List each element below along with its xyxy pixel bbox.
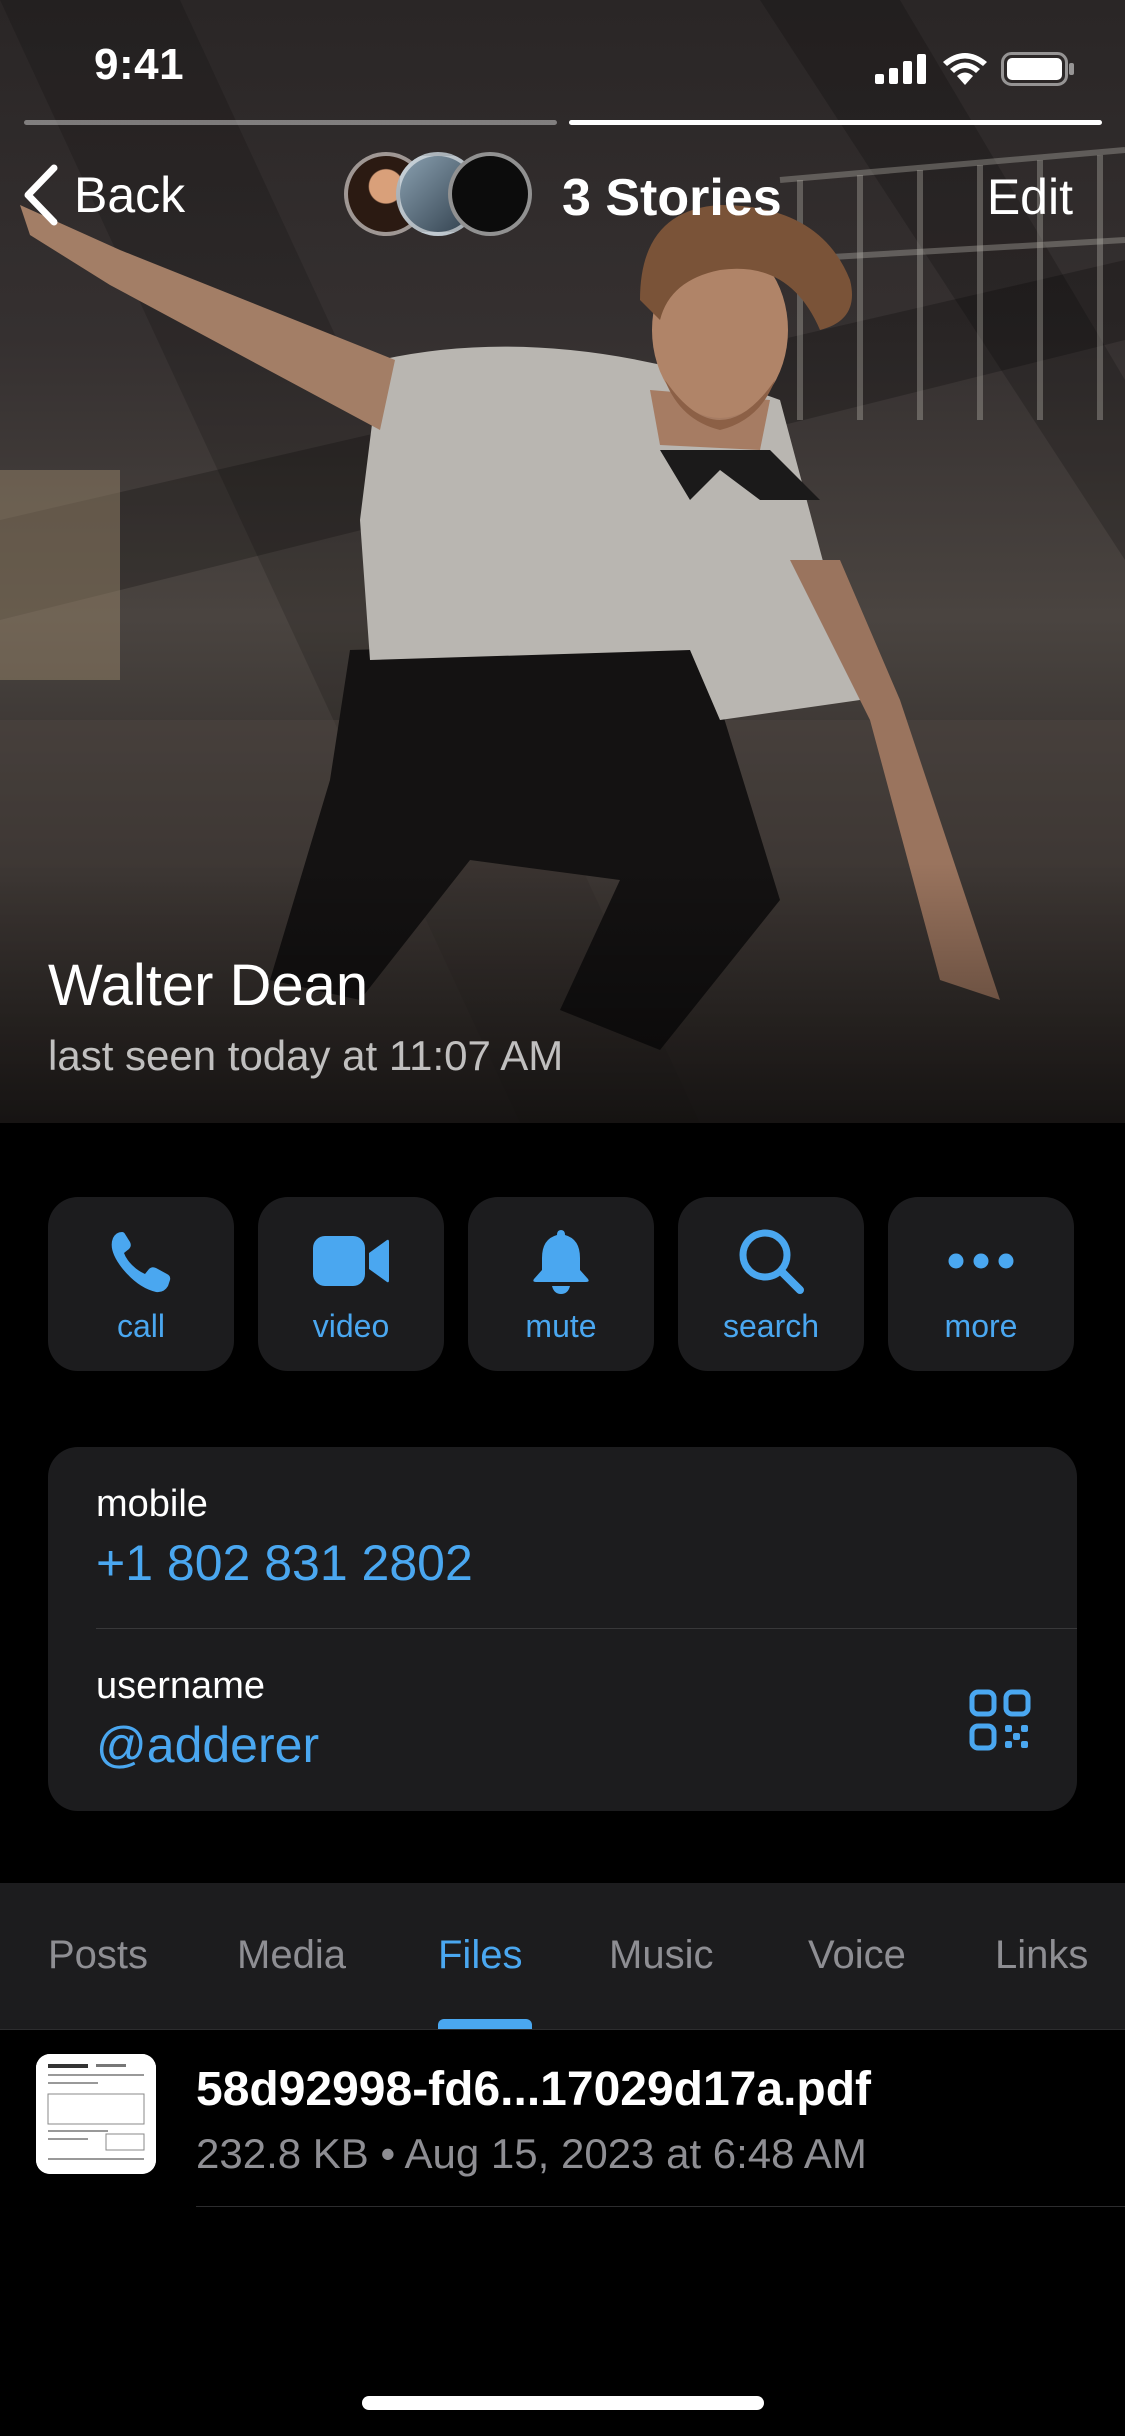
document-preview-icon [36,2054,156,2174]
file-name: 58d92998-fd6...17029d17a.pdf [196,2063,872,2116]
battery-icon [1001,52,1074,86]
stories-avatars[interactable] [344,152,532,236]
tab-music[interactable]: Music [609,1933,713,1978]
stories-count-label[interactable]: 3 Stories [562,168,782,228]
mute-label: mute [525,1308,597,1344]
call-label: call [116,1308,165,1344]
story-progress-segment-active [569,120,1102,125]
call-button[interactable]: call [48,1197,234,1371]
video-label: video [312,1308,390,1344]
more-label: more [944,1308,1018,1344]
username-row[interactable]: username @adderer [96,1665,1077,1774]
search-label: search [722,1308,820,1344]
file-list-item[interactable]: 58d92998-fd6...17029d17a.pdf 232.8 KB • … [0,2030,1125,2208]
tab-files[interactable]: Files [438,1933,522,1978]
mobile-value[interactable]: +1 802 831 2802 [96,1534,1077,1592]
search-icon [739,1229,804,1294]
username-value[interactable]: @adderer [96,1716,1077,1774]
edit-button[interactable]: Edit [987,168,1073,226]
file-divider [196,2206,1125,2207]
mobile-row[interactable]: mobile +1 802 831 2802 [96,1483,1077,1592]
more-button[interactable]: more [888,1197,1074,1371]
active-tab-indicator [438,2019,532,2029]
action-buttons: call video mute search more [48,1197,1077,1371]
username-label: username [96,1665,265,1707]
mute-button[interactable]: mute [468,1197,654,1371]
tab-voice[interactable]: Voice [808,1933,906,1978]
profile-name: Walter Dean [48,953,369,1018]
back-button[interactable]: Back [22,164,185,226]
qr-code-icon[interactable] [969,1689,1031,1751]
home-indicator[interactable] [362,2396,764,2410]
search-button[interactable]: search [678,1197,864,1371]
wifi-icon [943,53,987,85]
status-icons [875,52,1075,86]
back-label: Back [74,167,186,223]
info-divider [96,1628,1077,1629]
file-thumbnail [36,2054,156,2174]
video-button[interactable]: video [258,1197,444,1371]
contact-info-card: mobile +1 802 831 2802 username @adderer [48,1447,1077,1811]
chevron-left-icon [24,164,58,226]
status-time: 9:41 [94,40,185,89]
cellular-signal-icon [875,54,926,84]
media-tabs: Posts Media Files Music Voice Links [0,1883,1125,2030]
more-dots-icon [948,1253,1014,1269]
tab-links[interactable]: Links [995,1933,1088,1978]
last-seen-status: last seen today at 11:07 AM [48,1032,564,1079]
story-progress-segment [24,120,557,125]
story-avatar-3 [448,152,532,236]
tab-media[interactable]: Media [237,1933,346,1978]
bell-icon [533,1230,589,1294]
phone-icon [111,1232,171,1293]
mobile-label: mobile [96,1483,208,1525]
story-progress [24,120,1102,125]
file-meta: 232.8 KB • Aug 15, 2023 at 6:48 AM [196,2130,867,2177]
video-camera-icon [313,1236,389,1286]
tab-posts[interactable]: Posts [48,1933,148,1978]
